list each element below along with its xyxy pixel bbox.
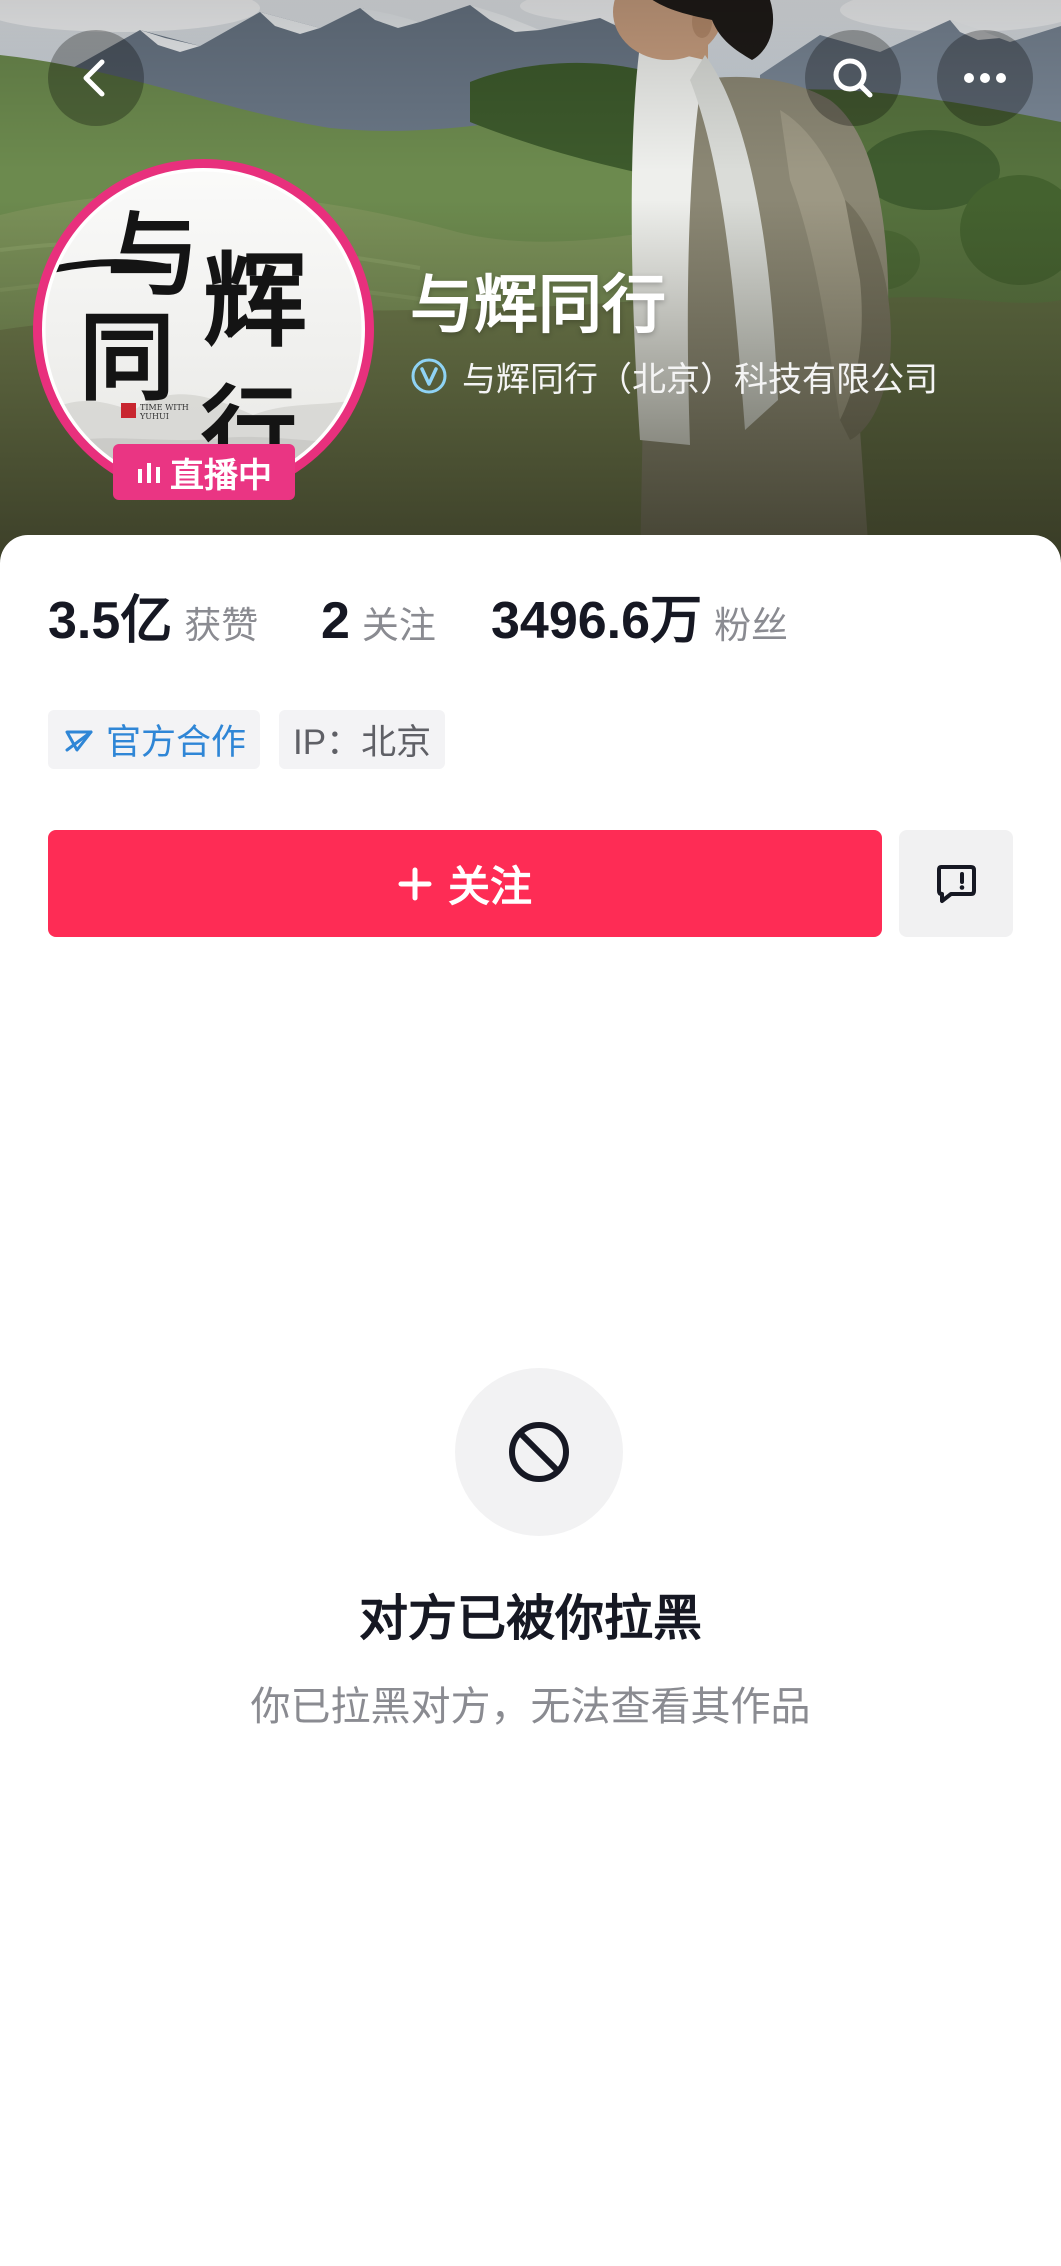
- block-icon-container: [455, 1368, 623, 1536]
- logo-char-2: 辉: [203, 239, 307, 362]
- blocked-title: 对方已被你拉黑: [358, 1592, 702, 1646]
- stat-following[interactable]: 2 关注: [321, 588, 436, 659]
- chevron-left-icon: [83, 59, 105, 97]
- plus-icon: [398, 867, 432, 900]
- message-icon: [937, 864, 976, 903]
- search-icon: [833, 58, 873, 98]
- logo-tagline-1: TIME WITH: [140, 403, 189, 412]
- stat-value: 3496.6万: [491, 592, 703, 650]
- block-icon: [509, 1422, 569, 1482]
- more-horizontal-icon: [964, 73, 1006, 83]
- blocked-subtitle: 你已拉黑对方，无法查看其作品: [250, 1685, 811, 1729]
- verified-badge-icon: [411, 358, 447, 394]
- follow-button[interactable]: 关注: [48, 830, 882, 937]
- official-cooperation-tag[interactable]: 官方合作: [48, 710, 261, 769]
- logo-char-1: 与: [107, 201, 199, 309]
- logo-seal: [121, 403, 136, 418]
- logo-tagline-2: YUHUI: [139, 412, 169, 421]
- ip-tag-label: IP：北京: [293, 723, 432, 762]
- stat-value: 2: [321, 592, 350, 650]
- ip-location-tag: IP：北京: [279, 710, 446, 769]
- official-cooperation-icon: [65, 730, 93, 751]
- stat-label: 关注: [361, 605, 436, 646]
- live-badge[interactable]: 直播中: [113, 444, 295, 500]
- stat-likes: 3.5亿 获赞: [48, 588, 258, 659]
- stat-value: 3.5亿: [48, 592, 173, 650]
- verification-text: 与辉同行（北京）科技有限公司: [462, 360, 938, 399]
- message-button[interactable]: [899, 830, 1013, 937]
- official-tag-label: 官方合作: [106, 723, 247, 762]
- back-button[interactable]: [48, 30, 144, 126]
- search-button[interactable]: [805, 30, 901, 126]
- live-badge-label: 直播中: [170, 456, 272, 495]
- verification-row[interactable]: 与辉同行（北京）科技有限公司: [410, 352, 938, 400]
- more-button[interactable]: [937, 30, 1033, 126]
- stat-label: 获赞: [184, 605, 259, 646]
- stat-label: 粉丝: [714, 605, 789, 646]
- follow-button-label: 关注: [447, 863, 532, 910]
- logo-char-3: 同: [79, 301, 175, 414]
- profile-name: 与辉同行: [410, 269, 666, 341]
- stat-followers[interactable]: 3496.6万 粉丝: [491, 588, 788, 659]
- live-bars-icon: [138, 463, 160, 483]
